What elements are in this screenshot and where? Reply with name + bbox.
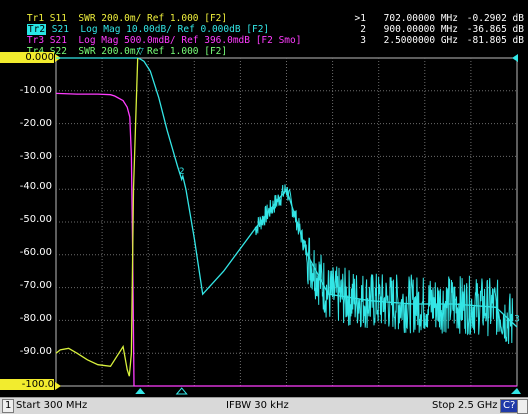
marker-2-glyph: 2 (179, 167, 185, 177)
plot-grid (55, 54, 518, 390)
ref-level-marker-right (512, 54, 518, 62)
analyzer-screen: Tr1 S11 SWR 200.0m/ Ref 1.000 [F2] Tr2 S… (0, 0, 528, 397)
ifbw-setting[interactable]: IFBW 30 kHz (226, 400, 289, 411)
stimulus-marker-2 (175, 387, 188, 395)
trace-plot[interactable]: ▽ 2 3 (0, 0, 528, 397)
menu-toggle-icon[interactable] (517, 399, 528, 414)
start-frequency[interactable]: Start 300 MHz (16, 400, 87, 411)
series-line-1 (55, 92, 517, 387)
marker-3-glyph: 3 (514, 314, 520, 324)
status-bar: 1 Start 300 MHz IFBW 30 kHz Stop 2.5 GHz… (0, 397, 528, 414)
channel-indicator[interactable]: 1 (2, 399, 15, 413)
marker-1-glyph: ▽ (137, 47, 144, 57)
stimulus-marker-1 (135, 388, 146, 394)
stimulus-marker-3 (511, 388, 521, 394)
ref-level-marker (55, 382, 61, 390)
calibration-status[interactable]: C? (500, 399, 519, 413)
series-line-2 (55, 57, 139, 377)
stop-frequency[interactable]: Stop 2.5 GHz (432, 400, 498, 411)
plot-markers: ▽ 2 3 (135, 47, 521, 395)
